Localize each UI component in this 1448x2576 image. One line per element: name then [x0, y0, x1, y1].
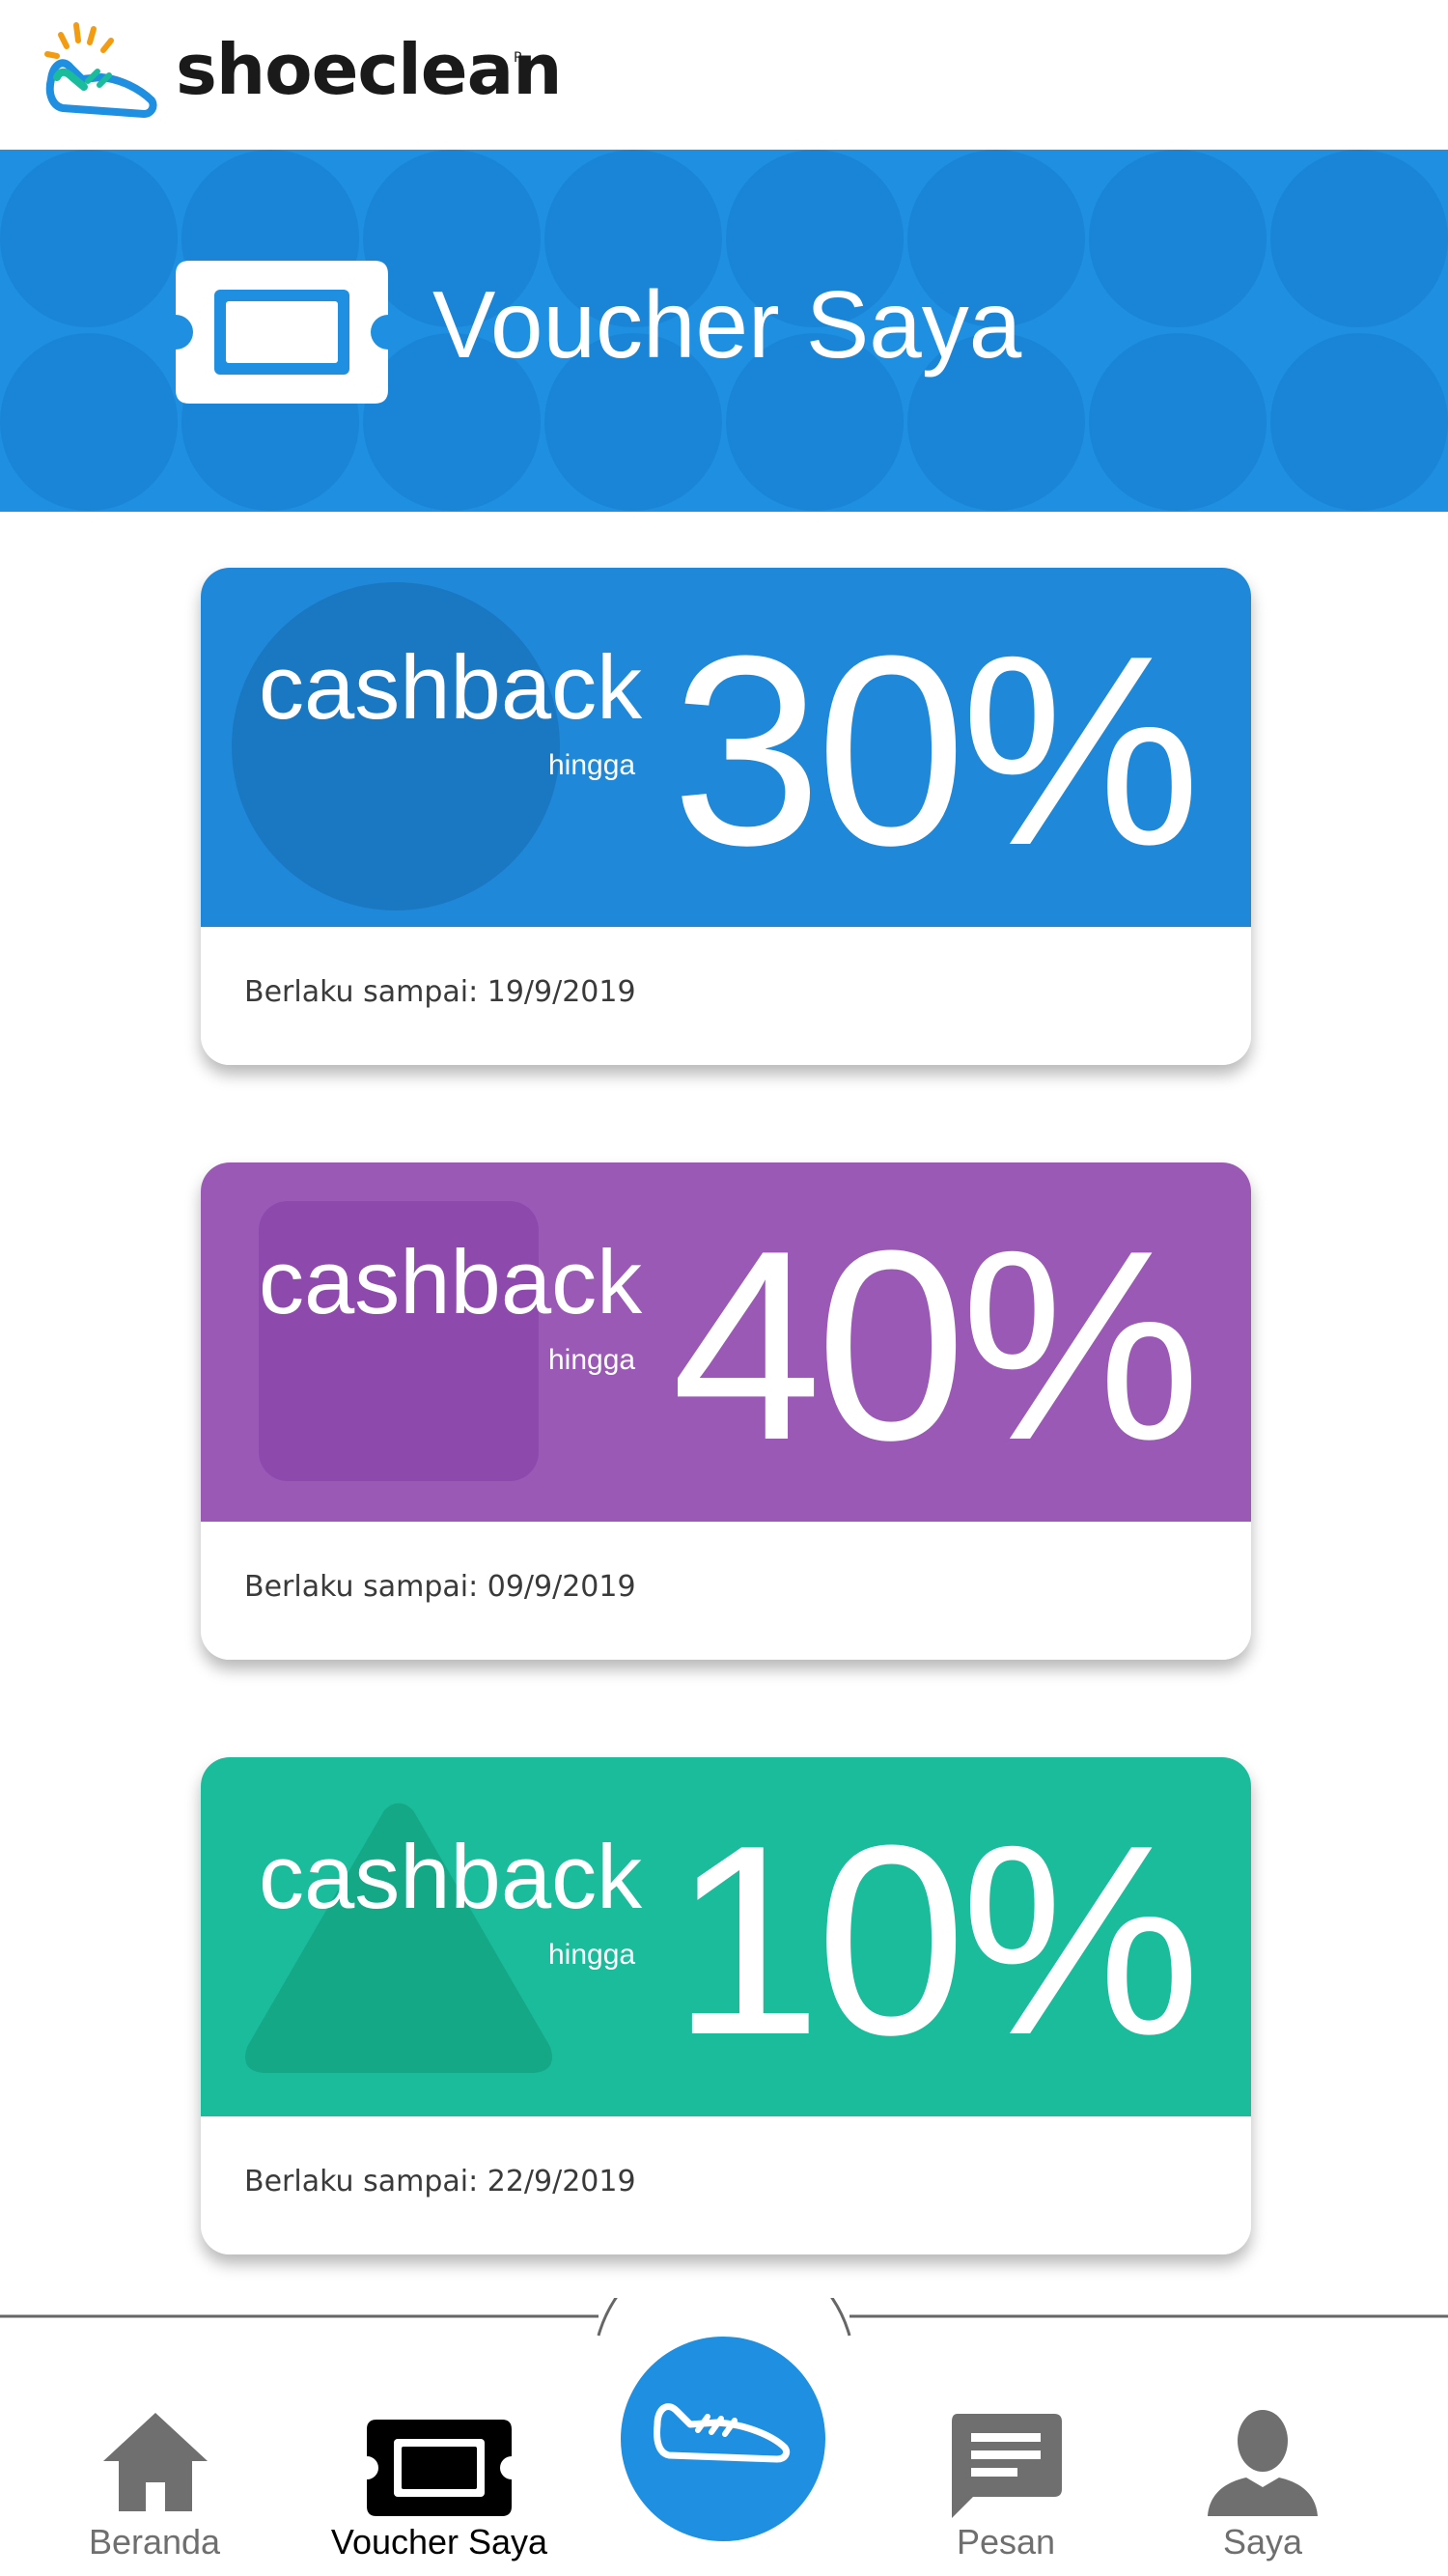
- nav-item-pesan[interactable]: Pesan: [880, 2404, 1131, 2576]
- voucher-sublabel: hingga: [548, 1344, 636, 1376]
- ticket-icon: [367, 2420, 512, 2516]
- nav-item-voucher-saya[interactable]: Voucher Saya: [314, 2404, 565, 2576]
- nav-label: Beranda: [88, 2522, 221, 2562]
- nav-item-beranda[interactable]: Beranda: [29, 2404, 280, 2576]
- page-banner: Voucher Saya: [0, 150, 1448, 512]
- voucher-value: 40%: [671, 1195, 1201, 1497]
- nav-label: Saya: [1222, 2522, 1303, 2562]
- person-icon: [1208, 2410, 1318, 2516]
- chat-icon: [952, 2414, 1062, 2518]
- voucher-card[interactable]: cashback hingga 40% Berlaku sampai: 09/9…: [201, 1162, 1251, 1660]
- voucher-sublabel: hingga: [548, 749, 636, 781]
- voucher-valid-date: Berlaku sampai: 09/9/2019: [244, 1570, 636, 1604]
- voucher-value: 30%: [671, 601, 1201, 902]
- fab-notch: [597, 2298, 851, 2337]
- voucher-label: cashback: [259, 636, 643, 738]
- page-title: Voucher Saya: [432, 271, 1022, 378]
- order-fab-button[interactable]: [621, 2337, 825, 2541]
- voucher-card-header: cashback hingga 40%: [201, 1162, 1251, 1522]
- ticket-icon: [176, 261, 388, 404]
- voucher-label: cashback: [259, 1826, 643, 1927]
- voucher-label: cashback: [259, 1231, 643, 1332]
- voucher-card-footer: Berlaku sampai: 22/9/2019: [201, 2116, 1251, 2254]
- shoe-logo-icon: [44, 22, 157, 118]
- nav-label: Pesan: [956, 2522, 1056, 2562]
- voucher-card-header: cashback hingga 30%: [201, 568, 1251, 927]
- voucher-valid-date: Berlaku sampai: 19/9/2019: [244, 975, 636, 1009]
- home-icon: [103, 2413, 208, 2511]
- voucher-card-header: cashback hingga 10%: [201, 1757, 1251, 2116]
- circle-decoration: [232, 582, 560, 910]
- brand-name: shoeclean: [176, 29, 562, 110]
- nav-label: Voucher Saya: [330, 2522, 548, 2562]
- voucher-card[interactable]: cashback hingga 10% Berlaku sampai: 22/9…: [201, 1757, 1251, 2254]
- voucher-card-footer: Berlaku sampai: 09/9/2019: [201, 1522, 1251, 1660]
- registered-mark: R: [514, 50, 523, 66]
- nav-item-saya[interactable]: Saya: [1137, 2404, 1388, 2576]
- shoe-icon: [654, 2403, 791, 2463]
- top-app-bar: shoeclean R: [0, 0, 1448, 150]
- voucher-card-footer: Berlaku sampai: 19/9/2019: [201, 927, 1251, 1065]
- voucher-card[interactable]: cashback hingga 30% Berlaku sampai: 19/9…: [201, 568, 1251, 1065]
- voucher-value: 10%: [671, 1790, 1201, 2091]
- voucher-valid-date: Berlaku sampai: 22/9/2019: [244, 2165, 636, 2198]
- voucher-sublabel: hingga: [548, 1939, 636, 1971]
